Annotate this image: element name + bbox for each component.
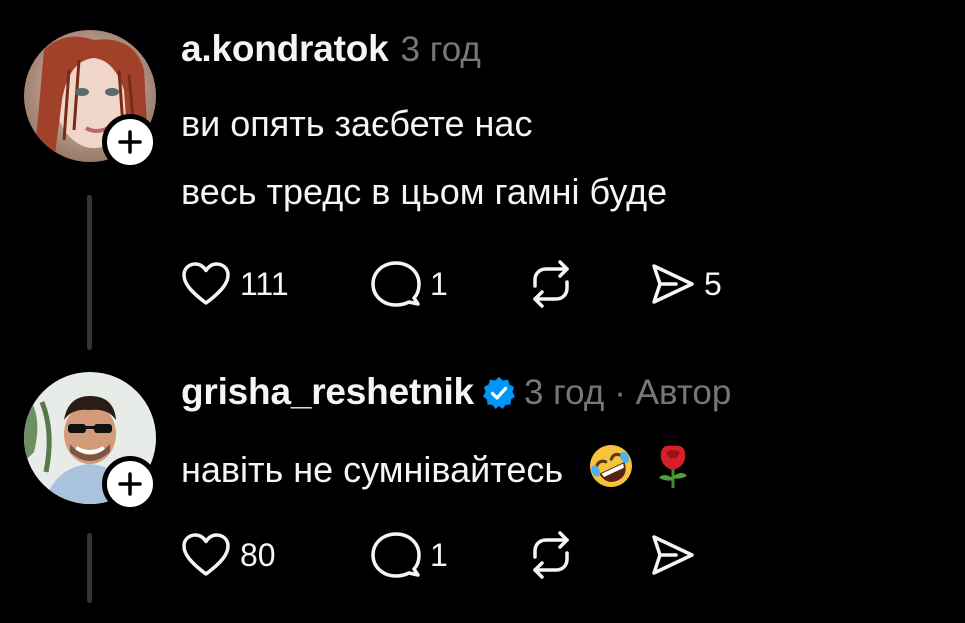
action-bar: 111 1 5 [180, 259, 722, 309]
timestamp: 3 год [523, 373, 605, 412]
reply-button[interactable]: 1 [370, 259, 525, 309]
reply-count: 1 [430, 265, 448, 302]
like-count: 111 [240, 265, 289, 302]
rose-emoji [649, 442, 697, 490]
comment-header: a.kondratok 3 год [181, 28, 481, 70]
avatar-wrap [24, 30, 158, 170]
share-count: 5 [704, 265, 722, 302]
heart-icon [182, 262, 230, 305]
author-tag: · Автор [614, 373, 732, 412]
verified-badge-icon [482, 376, 516, 410]
repost-button[interactable] [525, 531, 650, 579]
comment-header: grisha_reshetnik 3 год · Автор [181, 370, 731, 413]
username[interactable]: a.kondratok [181, 28, 389, 70]
plus-icon [118, 130, 142, 154]
share-button[interactable] [650, 532, 704, 578]
share-icon [652, 535, 694, 575]
share-icon [652, 264, 694, 304]
repost-icon [533, 260, 569, 308]
repost-icon [533, 531, 569, 579]
like-button[interactable]: 80 [180, 532, 370, 578]
comment-icon [371, 532, 421, 578]
share-button[interactable]: 5 [650, 261, 722, 307]
like-count: 80 [240, 536, 276, 573]
rolling-on-floor-laughing-emoji [587, 442, 635, 490]
comment-text-line: навіть не сумнівайтесь [181, 442, 697, 491]
like-button[interactable]: 111 [180, 261, 370, 307]
comment-text-line: весь тредс в цьом гамні буде [181, 171, 668, 212]
plus-icon [118, 472, 142, 496]
thread-line [87, 533, 92, 603]
action-bar: 80 1 [180, 530, 704, 580]
follow-button[interactable] [102, 456, 158, 512]
follow-button[interactable] [102, 114, 158, 170]
comment-text-line: ви опять заєбете нас [181, 103, 533, 144]
username[interactable]: grisha_reshetnik [181, 371, 474, 413]
timestamp: 3 год [400, 30, 481, 69]
reply-button[interactable]: 1 [370, 530, 525, 580]
reply-count: 1 [430, 536, 448, 573]
avatar-wrap [24, 372, 158, 512]
repost-button[interactable] [525, 260, 650, 308]
comment-icon [371, 261, 421, 307]
thread-line [87, 195, 92, 350]
comment-text: навіть не сумнівайтесь [181, 449, 564, 490]
heart-icon [182, 533, 230, 576]
